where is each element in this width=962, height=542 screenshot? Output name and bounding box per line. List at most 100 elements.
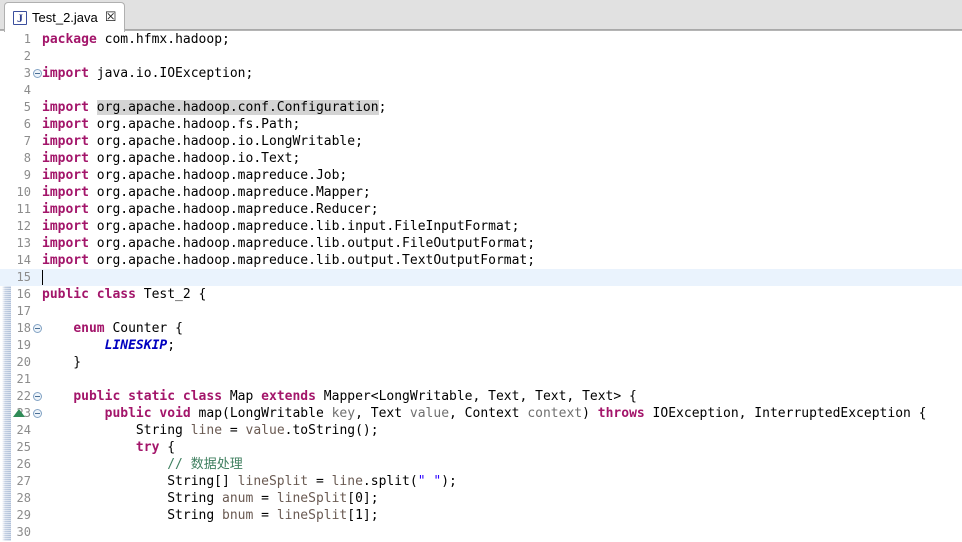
code-line[interactable]: 21	[0, 371, 962, 388]
code-text: import org.apache.hadoop.conf.Configurat…	[42, 99, 962, 116]
code-line[interactable]: 14 import org.apache.hadoop.mapreduce.lib…	[0, 252, 962, 269]
code-token: Mapper<LongWritable, Text, Text, Text> {	[315, 389, 637, 404]
code-token: String[]	[42, 474, 238, 489]
editor-tab-bar: J Test_2.java ☒	[0, 0, 962, 32]
code-token: }	[42, 355, 82, 370]
code-text: enum Counter {	[42, 320, 962, 337]
code-token: [0];	[347, 491, 379, 506]
code-text: import org.apache.hadoop.mapreduce.Job;	[42, 167, 962, 184]
code-token: import	[42, 100, 89, 115]
code-line[interactable]: 16 public class Test_2 {	[0, 286, 962, 303]
code-text: import org.apache.hadoop.mapreduce.Mappe…	[42, 184, 962, 201]
code-token: , Context	[449, 406, 528, 421]
code-token: ;	[378, 100, 387, 115]
code-line[interactable]: 17	[0, 303, 962, 320]
code-line[interactable]: 28 String anum = lineSplit[0];	[0, 490, 962, 507]
code-token: lineSplit	[276, 508, 348, 523]
code-token: enum	[73, 321, 105, 336]
code-lines-container[interactable]: 1 package com.hfmx.hadoop; 2 3 import java.i…	[0, 31, 962, 542]
code-text: String bnum = lineSplit[1];	[42, 507, 962, 524]
code-token: com.hfmx.hadoop;	[96, 32, 230, 47]
close-icon[interactable]: ☒	[105, 11, 117, 24]
code-token: , Text	[355, 406, 410, 421]
code-token: java.io.IOException;	[88, 66, 254, 81]
fold-collapse-icon[interactable]	[33, 324, 42, 333]
code-token: LINESKIP	[104, 338, 168, 353]
code-text: public void map(LongWritable key, Text v…	[42, 405, 962, 422]
code-line[interactable]: 18 enum Counter {	[0, 320, 962, 337]
code-text: import org.apache.hadoop.mapreduce.lib.o…	[42, 252, 962, 269]
code-token: )	[582, 406, 598, 421]
code-token: key	[331, 406, 356, 421]
line-number: 30	[16, 525, 31, 539]
code-token: import	[42, 168, 89, 183]
code-token: [1];	[347, 508, 379, 523]
code-line[interactable]: 26 // 数据处理	[0, 456, 962, 473]
code-text: try {	[42, 439, 962, 456]
editor-tab-test2java[interactable]: J Test_2.java ☒	[4, 2, 126, 32]
code-line[interactable]: 27 String[] lineSplit = line.split(" ");	[0, 473, 962, 490]
code-line[interactable]: 9 import org.apache.hadoop.mapreduce.Job;	[0, 167, 962, 184]
code-token: =	[253, 491, 277, 506]
code-token: String	[42, 423, 191, 438]
code-line[interactable]: 4	[0, 82, 962, 99]
code-token: import	[42, 185, 89, 200]
fold-collapse-icon[interactable]	[33, 69, 42, 78]
code-text: import org.apache.hadoop.mapreduce.lib.i…	[42, 218, 962, 235]
code-line[interactable]: 29 String bnum = lineSplit[1];	[0, 507, 962, 524]
code-token: import	[42, 219, 89, 234]
line-number: 13	[16, 236, 31, 250]
code-line[interactable]: 22 public static class Map extends Mappe…	[0, 388, 962, 405]
code-token: map(LongWritable	[190, 406, 332, 421]
code-token: context	[527, 406, 583, 421]
code-line[interactable]: 11 import org.apache.hadoop.mapreduce.Red…	[0, 201, 962, 218]
code-text: import org.apache.hadoop.mapreduce.Reduc…	[42, 201, 962, 218]
code-line[interactable]: 3 import java.io.IOException;	[0, 65, 962, 82]
code-token: org.apache.hadoop.io.Text;	[88, 151, 301, 166]
code-token: String	[42, 508, 223, 523]
code-line[interactable]: 2	[0, 48, 962, 65]
fold-collapse-icon[interactable]	[33, 392, 42, 401]
code-line[interactable]: 1 package com.hfmx.hadoop;	[0, 31, 962, 48]
code-token: org.apache.hadoop.mapreduce.lib.output.F…	[88, 236, 536, 251]
code-line[interactable]: 7 import org.apache.hadoop.io.LongWritabl…	[0, 133, 962, 150]
code-text: String anum = lineSplit[0];	[42, 490, 962, 507]
code-line[interactable]: 13 import org.apache.hadoop.mapreduce.lib…	[0, 235, 962, 252]
code-line[interactable]: 5 import org.apache.hadoop.conf.Configura…	[0, 99, 962, 116]
code-line[interactable]: 12 import org.apache.hadoop.mapreduce.lib…	[0, 218, 962, 235]
code-token: String	[42, 491, 223, 506]
code-text: String[] lineSplit = line.split(" ");	[42, 473, 962, 490]
text-caret	[42, 270, 43, 285]
code-token: org.apache.hadoop.mapreduce.Mapper;	[88, 185, 371, 200]
line-number: 27	[16, 474, 31, 488]
java-source-editor[interactable]: 1 package com.hfmx.hadoop; 2 3 import java.i…	[0, 31, 962, 542]
code-token: =	[253, 508, 277, 523]
code-token: " "	[417, 474, 442, 489]
line-number: 9	[23, 168, 31, 182]
code-line[interactable]: 15	[0, 269, 962, 286]
code-line[interactable]: 20 }	[0, 354, 962, 371]
code-line[interactable]: 6 import org.apache.hadoop.fs.Path;	[0, 116, 962, 133]
code-line[interactable]: 25 try {	[0, 439, 962, 456]
code-token: import	[42, 66, 89, 81]
code-token: public class	[42, 287, 136, 302]
code-line[interactable]: 10 import org.apache.hadoop.mapreduce.Map…	[0, 184, 962, 201]
fold-collapse-icon[interactable]	[33, 409, 42, 418]
code-line[interactable]: 30	[0, 524, 962, 541]
line-number: 4	[23, 83, 31, 97]
code-line[interactable]: 24 String line = value.toString();	[0, 422, 962, 439]
code-line[interactable]: 19 LINESKIP;	[0, 337, 962, 354]
line-number: 22	[16, 389, 31, 403]
code-line[interactable]: 8 import org.apache.hadoop.io.Text;	[0, 150, 962, 167]
code-token: org.apache.hadoop.conf.Configuration	[96, 100, 379, 115]
code-token: org.apache.hadoop.mapreduce.lib.output.T…	[88, 253, 536, 268]
code-text: import org.apache.hadoop.io.Text;	[42, 150, 962, 167]
code-line[interactable]: 23 public void map(LongWritable key, Tex…	[0, 405, 962, 422]
code-token: {	[159, 440, 176, 455]
code-token: .split(	[362, 474, 418, 489]
line-number: 3	[23, 66, 31, 80]
code-text: import org.apache.hadoop.fs.Path;	[42, 116, 962, 133]
